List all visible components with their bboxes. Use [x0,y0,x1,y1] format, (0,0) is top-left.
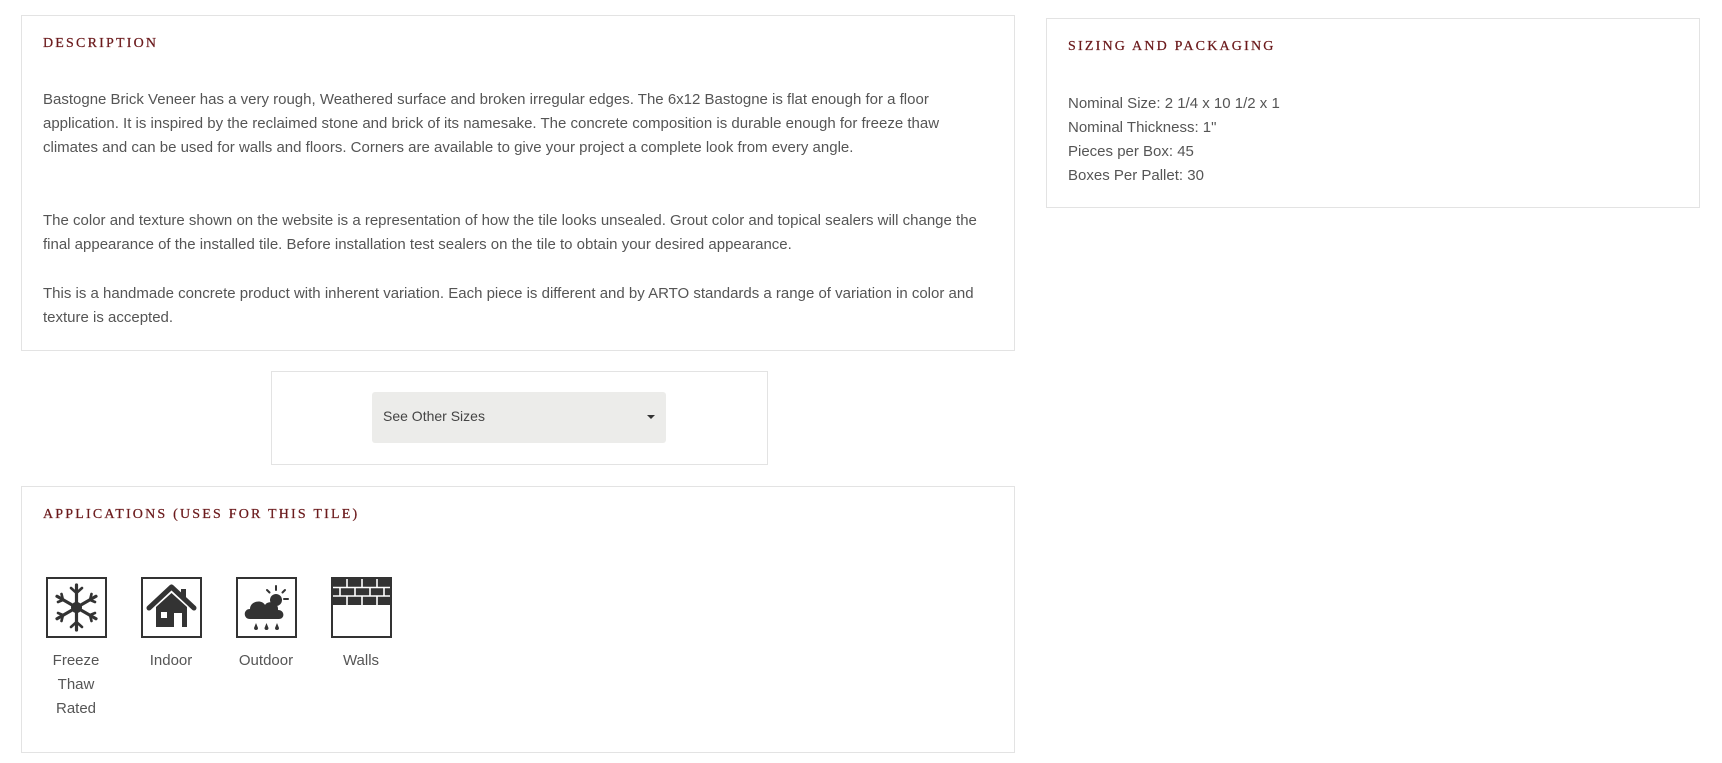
text-line: The color and texture shown on the websi… [43,212,977,229]
application-freeze-thaw: Freeze Thaw Rated [33,577,119,721]
text-line: climates and can be used for walls and f… [43,139,854,156]
applications-panel: APPLICATIONS (USES FOR THIS TILE) Freeze… [21,486,1015,753]
brick-wall-icon [330,577,392,638]
label-line: Thaw [57,676,95,693]
sizing-panel: SIZING AND PACKAGING Nominal Size: 2 1/4… [1046,18,1700,208]
description-paragraph-3: This is a handmade concrete product with… [43,282,974,330]
description-paragraph-1: Bastogne Brick Veneer has a very rough, … [43,88,939,160]
application-label: Indoor [128,649,214,673]
application-label: Outdoor [223,649,309,673]
sizing-spec-list: Nominal Size: 2 1/4 x 10 1/2 x 1 Nominal… [1068,92,1280,188]
label-line: Indoor [149,652,193,669]
see-other-sizes-select[interactable]: See Other Sizes [372,392,666,443]
spec-pieces-per-box: Pieces per Box: 45 [1068,143,1194,160]
spec-nominal-thickness: Nominal Thickness: 1" [1068,119,1217,136]
description-heading: DESCRIPTION [43,36,159,51]
caret-down-icon [647,415,655,419]
label-line: Freeze [52,652,100,669]
text-line: This is a handmade concrete product with… [43,285,974,302]
application-label: Freeze Thaw Rated [33,649,119,721]
application-walls: Walls [318,577,404,673]
application-outdoor: Outdoor [223,577,309,673]
spec-nominal-size: Nominal Size: 2 1/4 x 10 1/2 x 1 [1068,95,1280,112]
sizes-select-panel: See Other Sizes [271,371,768,465]
snowflake-icon [45,577,107,638]
text-line: Bastogne Brick Veneer has a very rough, … [43,91,929,108]
text-line: final appearance of the installed tile. … [43,236,792,253]
label-line: Outdoor [238,652,294,669]
description-panel: DESCRIPTION Bastogne Brick Veneer has a … [21,15,1015,351]
label-line: Rated [55,700,97,717]
applications-heading: APPLICATIONS (USES FOR THIS TILE) [43,507,360,522]
text-line: application. It is inspired by the recla… [43,115,940,132]
application-indoor: Indoor [128,577,214,673]
select-label: See Other Sizes [383,408,485,424]
label-line: Walls [342,652,380,669]
weather-icon [235,577,297,638]
description-paragraph-2: The color and texture shown on the websi… [43,209,977,257]
text-line: texture is accepted. [43,309,174,326]
spec-boxes-per-pallet: Boxes Per Pallet: 30 [1068,167,1204,184]
sizing-heading: SIZING AND PACKAGING [1068,39,1276,54]
application-label: Walls [318,649,404,673]
house-icon [140,577,202,638]
